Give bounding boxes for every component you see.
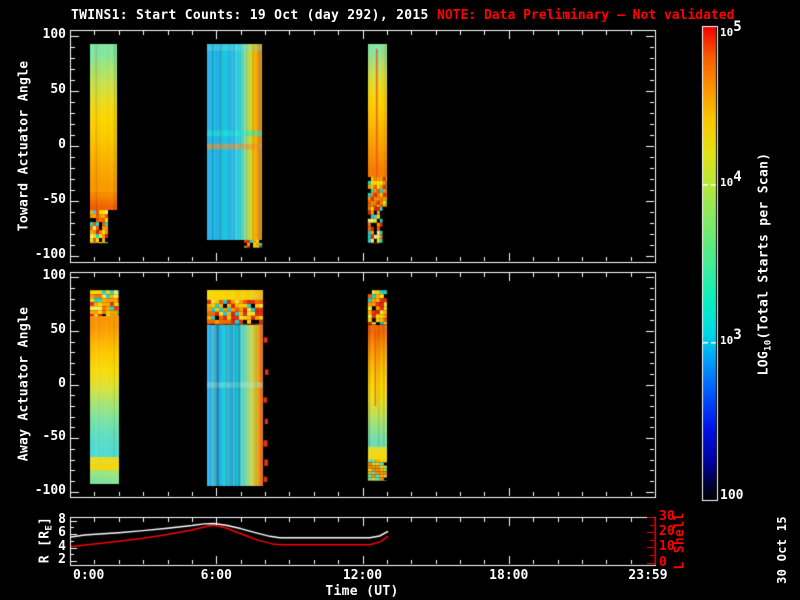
colorbar-title-rest: (Total Starts per Scan) <box>756 152 772 340</box>
x-tick-label: 12:00 <box>342 568 383 583</box>
x-axis-title: Time (UT) <box>325 584 399 599</box>
r-tick-label: 6 <box>58 525 66 540</box>
y-tick-label: 50 <box>50 322 66 337</box>
colorbar-bottom-label: 100 <box>720 488 744 503</box>
y-tick-label: -100 <box>34 247 66 262</box>
colorbar-tick-label: 105 <box>720 19 742 39</box>
y-tick-label: 0 <box>58 137 66 152</box>
lshell-tick-label: 20 <box>659 524 675 539</box>
page-title: TWINS1: Start Counts: 19 Oct (day 292), … <box>71 8 429 23</box>
y-tick-label: 100 <box>42 268 66 283</box>
colorbar-tick-label: 103 <box>720 327 742 347</box>
x-tick-label: 18:00 <box>489 568 529 583</box>
x-tick-label: 6:00 <box>200 568 232 583</box>
y-tick-label: -50 <box>42 192 66 207</box>
r-tick-label: 2 <box>58 552 66 567</box>
plot-canvas <box>0 0 800 600</box>
date-stamp: 30 Oct 15 <box>775 516 789 584</box>
lshell-tick-label: 10 <box>659 539 675 554</box>
x-tick-label: 0:00 <box>73 568 105 583</box>
y-tick-label: 0 <box>58 376 66 391</box>
y-tick-label: -50 <box>42 429 66 444</box>
y-tick-label: -100 <box>34 483 66 498</box>
lshell-tick-label: 30 <box>659 509 675 524</box>
y-tick-label: 50 <box>50 82 66 97</box>
plot-window: TWINS1: Start Counts: 19 Oct (day 292), … <box>0 0 800 600</box>
x-tick-label: 23:59 <box>628 568 668 583</box>
colorbar-tick-label: 104 <box>720 169 742 189</box>
preliminary-note: NOTE: Data Preliminary – Not validated <box>437 8 735 23</box>
colorbar-title-sub: 10 <box>763 339 774 351</box>
colorbar-title: LOG10(Total Starts per Scan) <box>756 152 774 376</box>
colorbar-title-text: LOG <box>756 350 772 376</box>
y-tick-label: 100 <box>42 27 66 42</box>
